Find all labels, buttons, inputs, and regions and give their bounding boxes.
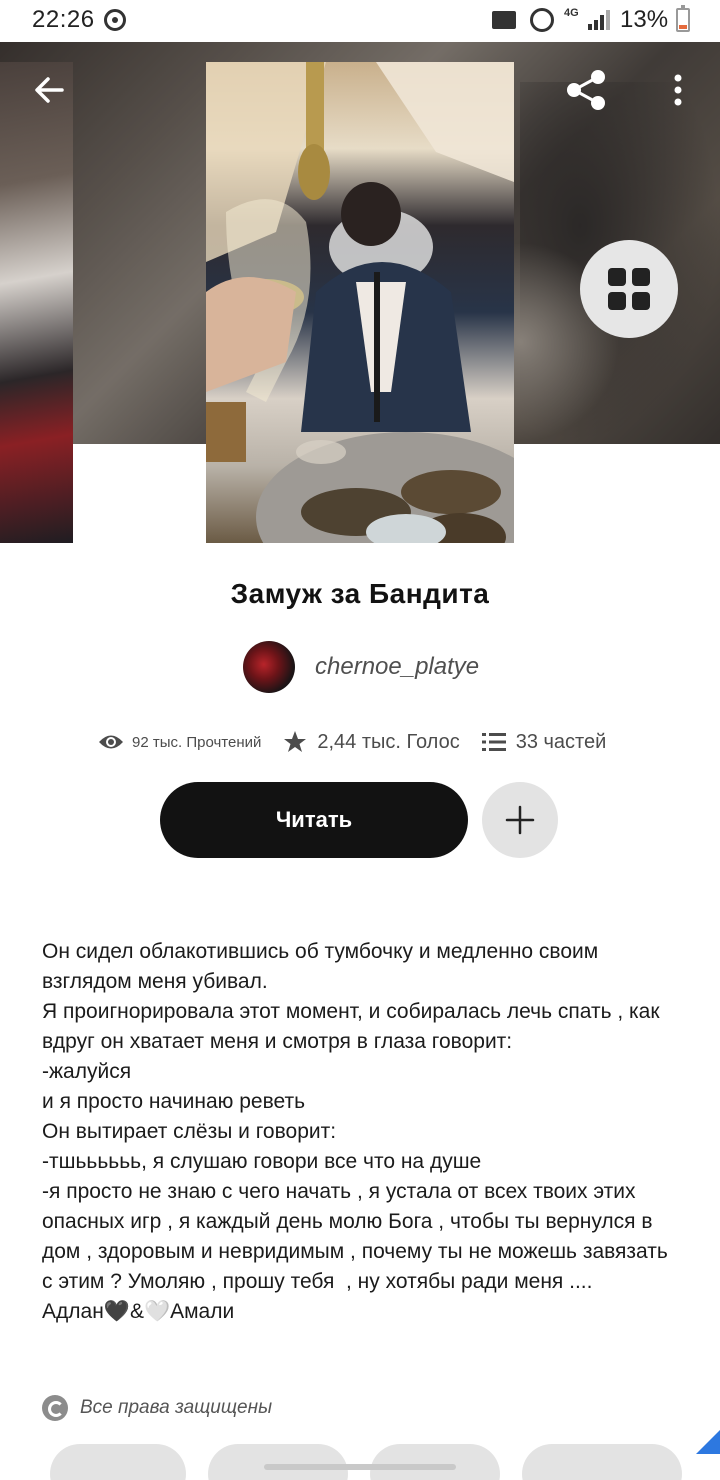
previous-cover[interactable] (0, 62, 73, 543)
tag-chip[interactable] (370, 1444, 500, 1480)
avatar[interactable] (243, 641, 295, 693)
tag-chip[interactable] (50, 1444, 186, 1480)
alarm-icon (530, 8, 554, 32)
parts-count: 33 частей (515, 730, 607, 753)
add-to-library-button[interactable] (482, 782, 558, 858)
parts-stat: 33 частей (481, 730, 607, 754)
folder-notification-icon (492, 11, 516, 29)
sync-icon (104, 9, 126, 31)
arrow-left-icon (35, 77, 64, 103)
cover-image (206, 62, 514, 543)
battery-level: 13% (620, 6, 669, 33)
more-vertical-icon (674, 74, 682, 106)
votes-stat: 2,44 тыс. Голос (283, 730, 460, 754)
share-icon (567, 70, 605, 110)
author-name[interactable]: chernoe_platye (315, 653, 479, 681)
status-time: 22:26 (32, 6, 95, 33)
copyright-icon (42, 1395, 68, 1421)
reads-stat: 92 тыс. Прочтений (98, 733, 261, 751)
votes-count: 2,44 тыс. Голос (317, 730, 460, 753)
star-icon (284, 731, 307, 752)
tag-row (50, 1444, 720, 1480)
story-cover[interactable] (206, 62, 514, 543)
home-indicator[interactable] (264, 1464, 456, 1470)
back-button[interactable] (28, 68, 72, 112)
reads-count: 92 тыс. Прочтений (132, 733, 262, 751)
author-link[interactable]: chernoe_platye (243, 641, 479, 693)
read-button[interactable]: Читать (160, 782, 468, 858)
corner-badge-icon (696, 1430, 720, 1454)
eye-icon (99, 735, 123, 749)
status-bar: 22:26 4G 13% (0, 0, 720, 42)
battery-icon (676, 5, 690, 32)
signal-icon (588, 10, 610, 30)
more-options-button[interactable] (660, 70, 696, 110)
copyright-text: Все права защищены (80, 1397, 273, 1418)
share-button[interactable] (562, 66, 610, 114)
tag-chip[interactable] (208, 1444, 348, 1480)
story-stats: 92 тыс. Прочтений 2,44 тыс. Голос 33 час… (98, 726, 606, 758)
story-title: Замуж за Бандита (230, 578, 490, 609)
story-description: Он сидел облакотившись об тумбочку и мед… (42, 940, 668, 1323)
plus-icon (505, 805, 535, 835)
copyright-notice: Все права защищены (42, 1395, 272, 1421)
table-of-contents-button[interactable] (580, 240, 678, 338)
tag-chip[interactable] (522, 1444, 682, 1480)
list-icon (481, 733, 506, 751)
network-type: 4G (564, 7, 579, 19)
